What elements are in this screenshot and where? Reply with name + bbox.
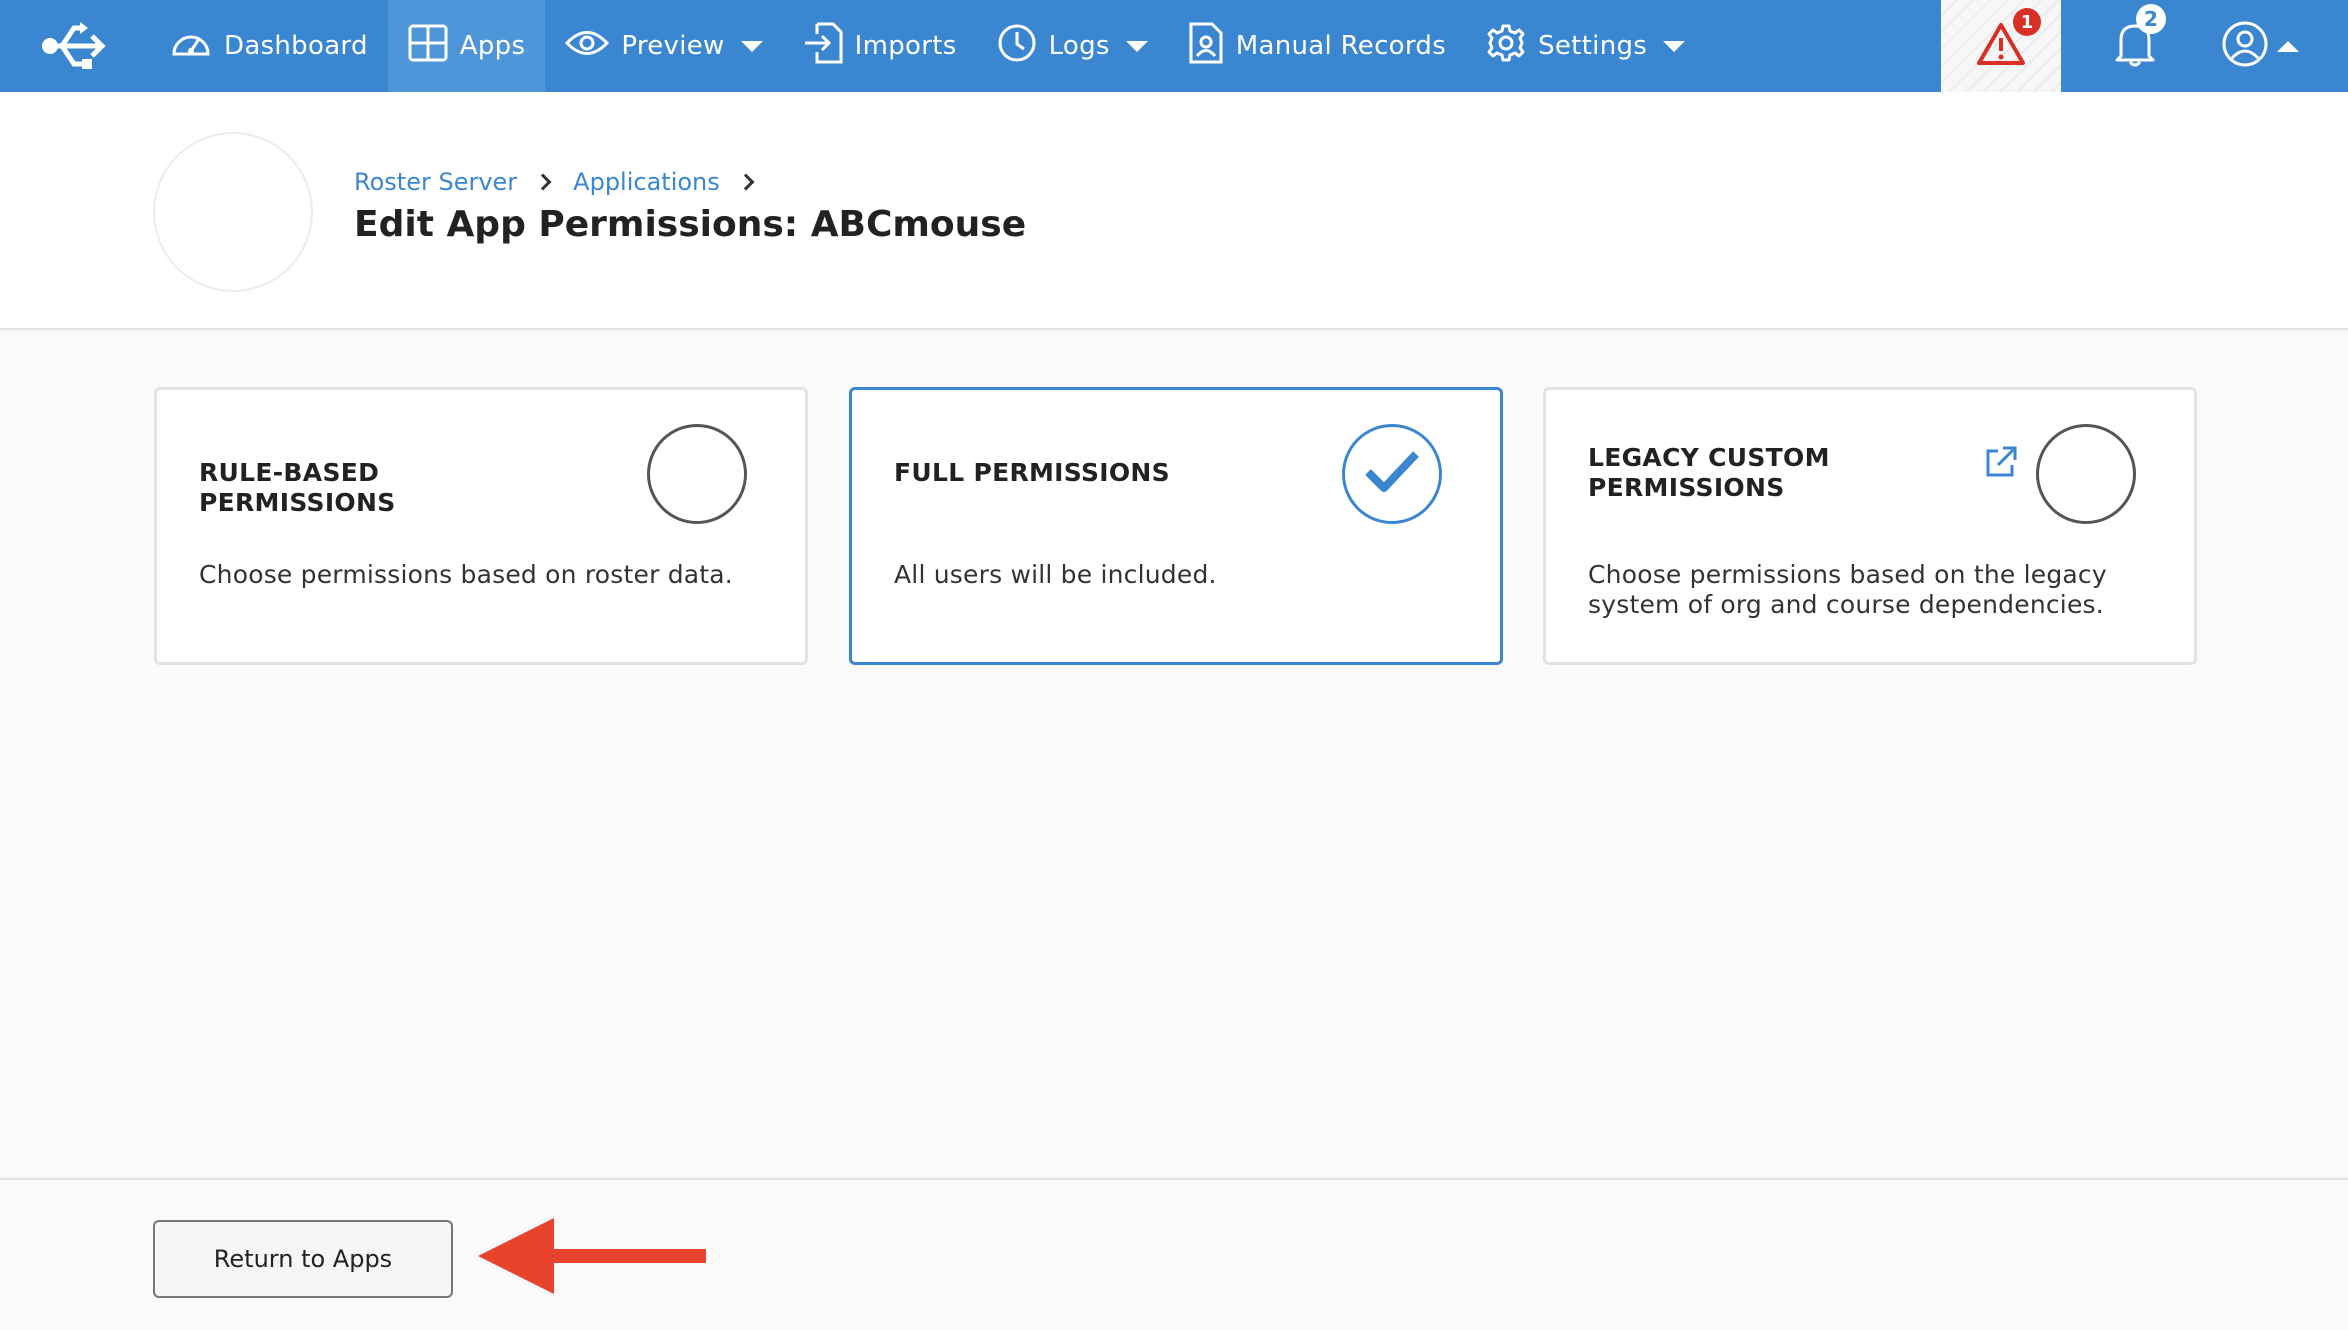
alerts-button[interactable]: 1 <box>1941 0 2061 92</box>
page-title: Edit App Permissions: ABCmouse <box>354 204 1027 245</box>
chevron-down-icon <box>1663 40 1686 52</box>
nav-logs-label: Logs <box>1048 31 1110 61</box>
notification-count-badge: 2 <box>2136 4 2166 34</box>
card-description: Choose permissions based on the legacy s… <box>1588 560 2107 619</box>
chevron-down-icon <box>740 40 763 52</box>
nav-preview-label: Preview <box>621 31 725 61</box>
speedometer-icon <box>170 24 212 69</box>
breadcrumb-roster-server[interactable]: Roster Server <box>354 168 517 196</box>
grid-icon <box>408 24 448 69</box>
logo-icon[interactable] <box>0 0 150 92</box>
rule-based-permissions-card[interactable]: RULE-BASED PERMISSIONS Choose permission… <box>154 387 808 665</box>
document-user-icon <box>1188 22 1224 71</box>
card-title: RULE-BASED PERMISSIONS <box>199 458 396 517</box>
nav-settings[interactable]: Settings <box>1466 0 1705 92</box>
return-to-apps-button[interactable]: Return to Apps <box>153 1220 453 1298</box>
checkmark-icon <box>1362 448 1422 500</box>
full-permissions-card[interactable]: FULL PERMISSIONS All users will be inclu… <box>849 387 1503 665</box>
chevron-up-icon <box>2277 40 2299 52</box>
clock-icon <box>997 23 1037 70</box>
gear-icon <box>1486 23 1526 70</box>
nav-dashboard[interactable]: Dashboard <box>150 0 388 92</box>
nav-imports[interactable]: Imports <box>783 0 977 92</box>
breadcrumb: Roster Server Applications <box>354 168 758 196</box>
chevron-right-icon <box>737 173 755 191</box>
nav-manual-records-label: Manual Records <box>1235 31 1447 61</box>
page-header: Roster Server Applications Edit App Perm… <box>0 92 2348 330</box>
card-title: LEGACY CUSTOM PERMISSIONS <box>1588 443 1830 502</box>
chevron-right-icon <box>534 173 552 191</box>
eye-icon <box>565 28 610 65</box>
breadcrumb-applications[interactable]: Applications <box>573 168 720 196</box>
card-description: All users will be included. <box>894 560 1217 589</box>
notifications-button[interactable]: 2 <box>2090 0 2180 92</box>
legacy-custom-permissions-card[interactable]: LEGACY CUSTOM PERMISSIONS Choose permiss… <box>1543 387 2197 665</box>
alert-count-badge: 1 <box>2013 8 2041 36</box>
nav-logs[interactable]: Logs <box>977 0 1168 92</box>
radio-unselected[interactable] <box>647 424 747 524</box>
radio-selected[interactable] <box>1342 424 1442 524</box>
user-menu-button[interactable] <box>2200 0 2320 92</box>
card-title: FULL PERMISSIONS <box>894 458 1170 487</box>
nav-apps-label: Apps <box>459 31 526 61</box>
chevron-down-icon <box>1125 40 1148 52</box>
nav-dashboard-label: Dashboard <box>224 31 368 61</box>
nav-apps[interactable]: Apps <box>387 0 546 92</box>
annotation-arrow <box>478 1218 706 1294</box>
import-icon <box>803 22 843 71</box>
nav-settings-label: Settings <box>1538 31 1648 61</box>
footer-bar: Return to Apps <box>0 1178 2348 1330</box>
external-link-icon[interactable] <box>1984 445 2018 483</box>
card-description: Choose permissions based on roster data. <box>199 560 733 589</box>
app-logo-placeholder <box>153 132 313 292</box>
radio-unselected[interactable] <box>2036 424 2136 524</box>
user-avatar-icon <box>2221 20 2269 72</box>
nav-manual-records[interactable]: Manual Records <box>1168 0 1466 92</box>
nav-imports-label: Imports <box>854 31 957 61</box>
nav-preview[interactable]: Preview <box>545 0 782 92</box>
